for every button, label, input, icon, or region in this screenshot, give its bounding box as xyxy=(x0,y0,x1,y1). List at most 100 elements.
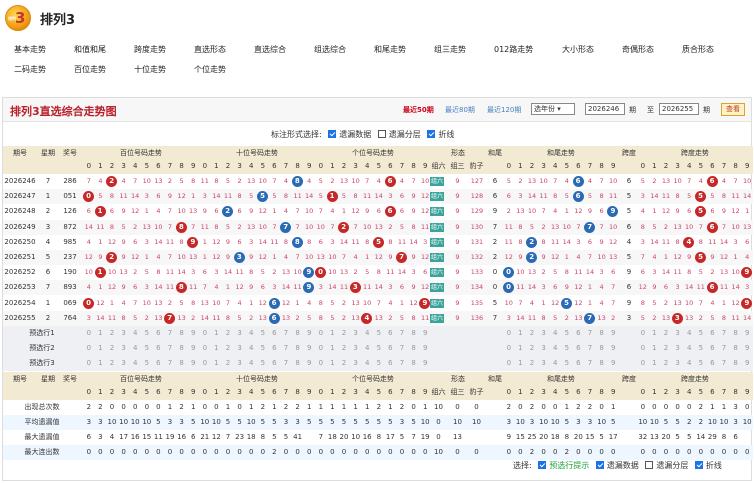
miss-cell: 10 xyxy=(107,268,117,277)
predict-digit: 6 xyxy=(576,359,581,367)
weekday-cell: 4 xyxy=(45,237,51,246)
nav-link-7[interactable]: 组三走势 xyxy=(434,44,466,55)
miss-cell: 6 xyxy=(86,207,91,216)
miss-cell: 8 xyxy=(283,237,289,246)
nav-link-2[interactable]: 跨度走势 xyxy=(134,44,166,55)
stats-value: 0 xyxy=(248,448,254,456)
polyline-checkbox[interactable] xyxy=(427,130,436,138)
nav-link-5[interactable]: 组选综合 xyxy=(314,44,346,55)
form-miss: 9 xyxy=(455,222,460,231)
hit-ball: 8 xyxy=(291,236,303,248)
miss-cell: 6 xyxy=(133,237,138,246)
stats-value: 0 xyxy=(652,403,657,411)
hit-ball: 2 xyxy=(106,176,118,187)
miss-cell: 8 xyxy=(191,177,196,185)
miss-cell: 1 xyxy=(109,298,115,307)
to-issue-input[interactable]: 2026255 xyxy=(659,103,699,115)
miss-cell: 6 xyxy=(399,192,405,201)
stats-value: 3 xyxy=(576,418,581,426)
miss-cell: 10 xyxy=(212,298,221,307)
span-cell: 6 xyxy=(626,177,632,185)
miss-cell: 12 xyxy=(351,207,360,216)
miss-cell: 8 xyxy=(353,192,358,201)
issue-cell: 2026252 xyxy=(4,268,36,277)
miss-cell: 3 xyxy=(318,283,323,292)
predict-digit: 4 xyxy=(686,344,692,352)
predict-digit: 3 xyxy=(675,329,680,337)
nav-link-9[interactable]: 大小形态 xyxy=(562,44,594,55)
stats-value: 0 xyxy=(686,403,692,411)
miss-cell: 8 xyxy=(675,192,680,201)
stats-value: 1 xyxy=(353,403,358,411)
predict-hint-checkbox[interactable] xyxy=(538,461,547,469)
form-tag: 组六 xyxy=(430,268,445,278)
miss-cell: 7 xyxy=(295,222,300,231)
stats-value: 0 xyxy=(599,448,604,456)
predict-digit: 3 xyxy=(675,344,680,352)
miss-cell: 7 xyxy=(611,298,616,307)
stats-value: 3 xyxy=(295,418,300,426)
stats-value: 5 xyxy=(663,418,669,426)
table-row: 2026254 1 069 0 12 1 4 7 10 13 2 5 8 13 10 7 4 1 12 6 12 1 4 8 5… xyxy=(3,296,753,311)
nav-link-11[interactable]: 质合形态 xyxy=(682,44,714,55)
predict-digit: 1 xyxy=(330,344,335,352)
miss-data-checkbox[interactable] xyxy=(328,130,337,138)
miss-cell: 9 xyxy=(202,207,207,216)
miss-cell: 2 xyxy=(341,298,347,307)
miss-cell: 5 xyxy=(587,192,593,201)
predict-digit: 9 xyxy=(610,359,616,367)
stats-value: 0 xyxy=(214,403,219,411)
stats-value: 13 xyxy=(649,433,659,441)
sum-tail-cell: 0 xyxy=(492,268,498,277)
footer-miss-checkbox[interactable] xyxy=(595,461,604,469)
predict-digit: 8 xyxy=(295,329,300,337)
miss-cell: 7 xyxy=(167,222,173,231)
digit-header: 7 xyxy=(718,385,730,400)
nav-link-14[interactable]: 十位走势 xyxy=(134,64,166,75)
digit-header: 1 xyxy=(514,159,527,174)
nav-link-10[interactable]: 奇偶形态 xyxy=(622,44,654,55)
stats-value: 2 xyxy=(98,403,103,411)
stats-value: 3 xyxy=(733,418,738,426)
stats-value: 10 xyxy=(719,418,729,426)
span-cell: 9 xyxy=(626,298,632,307)
stats-value: 10 xyxy=(742,418,752,426)
miss-cell: 12 xyxy=(84,253,93,261)
predict-digit: 9 xyxy=(190,359,196,367)
recent-80-link[interactable]: 最近80期 xyxy=(445,105,475,115)
nav-link-0[interactable]: 基本走势 xyxy=(14,44,46,55)
miss-cell: 8 xyxy=(109,222,115,231)
footer-layer-checkbox[interactable] xyxy=(645,461,654,469)
nav-link-1[interactable]: 和值和尾 xyxy=(74,44,106,55)
recent-50-link[interactable]: 最近50期 xyxy=(403,105,434,115)
miss-cell: 8 xyxy=(214,177,219,185)
stats-value: 10 xyxy=(107,418,117,426)
sum-tail-cell: 9 xyxy=(492,207,498,216)
sum-tail-cell: 0 xyxy=(492,283,498,292)
miss-cell: 7 xyxy=(376,298,381,307)
nav-link-6[interactable]: 和尾走势 xyxy=(374,44,406,55)
nav-link-3[interactable]: 直选形态 xyxy=(194,44,226,55)
year-select[interactable]: 选年份 ▾ xyxy=(531,103,575,115)
nav-link-15[interactable]: 个位走势 xyxy=(194,64,226,75)
nav-link-4[interactable]: 直选综合 xyxy=(254,44,286,55)
weekday-cell: 2 xyxy=(45,313,51,322)
miss-cell: 13 xyxy=(177,313,186,322)
miss-cell: 3 xyxy=(144,237,149,246)
miss-layer-checkbox[interactable] xyxy=(377,130,386,138)
miss-cell: 10 xyxy=(142,177,151,185)
from-issue-input[interactable]: 2026246 xyxy=(585,103,625,115)
query-button[interactable]: 查看 xyxy=(721,103,745,116)
footer-line-checkbox[interactable] xyxy=(694,461,703,469)
nav-link-12[interactable]: 二码走势 xyxy=(14,64,46,75)
miss-cell: 10 xyxy=(84,268,93,277)
stats-value: 1 xyxy=(306,403,312,411)
hit-ball: 2 xyxy=(526,236,538,248)
stats-value: 3 xyxy=(98,418,103,426)
predict-hint-label: 预选行提示 xyxy=(549,461,590,470)
nav-link-13[interactable]: 百位走势 xyxy=(74,64,106,75)
miss-cell: 1 xyxy=(564,253,569,261)
prize-cell: 237 xyxy=(63,253,77,261)
recent-120-link[interactable]: 最近120期 xyxy=(487,105,521,115)
nav-link-8[interactable]: 012路走势 xyxy=(494,44,533,55)
